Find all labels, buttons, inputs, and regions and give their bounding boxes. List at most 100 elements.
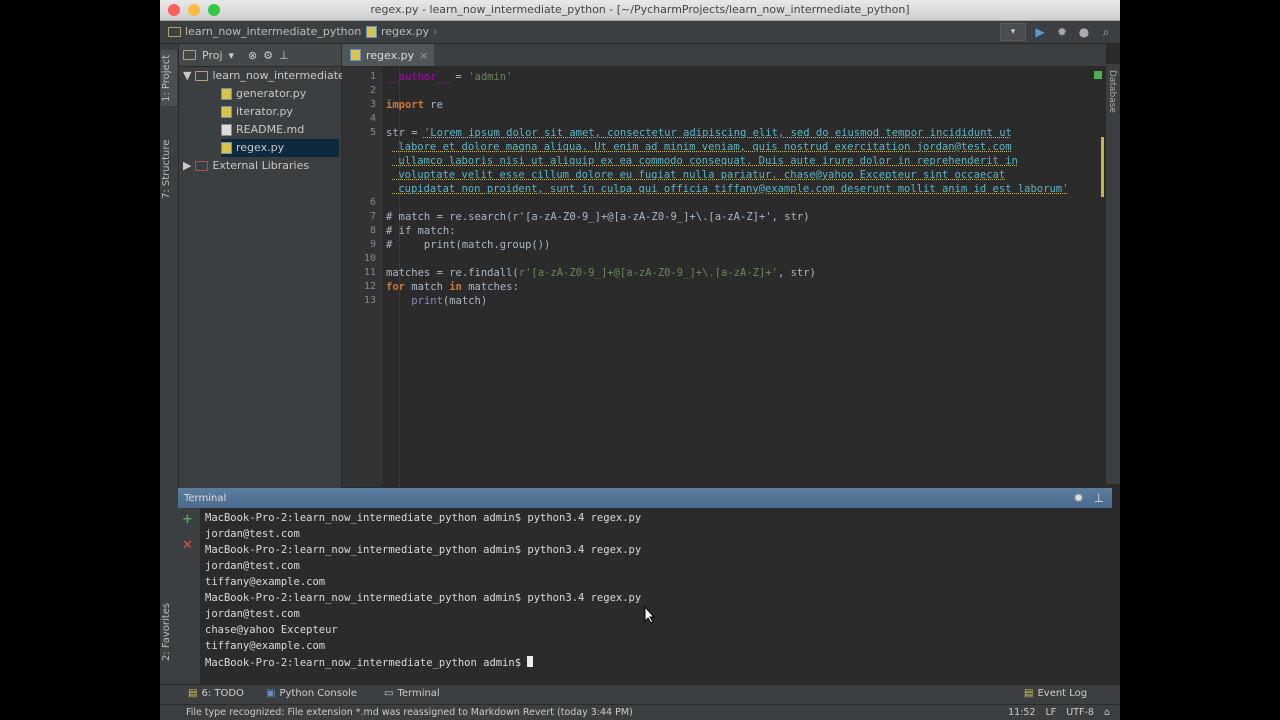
breadcrumb-separator: › xyxy=(433,25,438,38)
search-everywhere-icon[interactable]: ⌕ xyxy=(1098,24,1114,40)
todo-icon: ▤ xyxy=(188,688,198,699)
status-message[interactable]: File type recognized: File extension *.m… xyxy=(186,707,633,718)
code-token: match xyxy=(404,281,450,293)
warning-stripe[interactable] xyxy=(1101,137,1104,197)
tab-event-log-label: Event Log xyxy=(1037,688,1088,699)
text-caret xyxy=(527,656,534,667)
lock-icon[interactable]: ⌂ xyxy=(1104,707,1110,718)
tab-terminal[interactable]: ▭ Terminal xyxy=(384,688,440,699)
left-tool-strip: 1: Project 7: Structure 2: Favorites xyxy=(160,44,179,684)
tab-structure[interactable]: 7: Structure xyxy=(161,134,177,204)
breadcrumb-file-label: regex.py xyxy=(381,25,430,38)
terminal-prompt: MacBook-Pro-2:learn_now_intermediate_pyt… xyxy=(205,657,528,669)
file-encoding[interactable]: UTF-8 xyxy=(1066,707,1094,718)
code-token: re xyxy=(423,99,443,111)
code-token: 'Lorem ipsum dolor sit amet, consectetur… xyxy=(423,127,1012,139)
terminal-line: jordan@test.com xyxy=(205,608,300,620)
folder-icon xyxy=(168,26,181,37)
editor-tab-label: regex.py xyxy=(366,48,415,62)
tool-window-bar: ▤ 6: TODO ▣ Python Console ▭ Terminal ▤ … xyxy=(160,684,1120,705)
terminal-icon: ▭ xyxy=(384,688,394,699)
line-number: 7 xyxy=(369,211,376,222)
new-session-plus-icon[interactable]: + xyxy=(182,512,193,527)
tab-event-log[interactable]: ▤ Event Log xyxy=(1024,688,1087,699)
tab-favorites[interactable]: 2: Favorites xyxy=(161,596,177,668)
tree-file-regex[interactable]: regex.py xyxy=(221,139,339,157)
run-configuration-dropdown[interactable]: ▾ xyxy=(1000,23,1026,41)
code-token: voluptate velit esse cillum dolore eu fu… xyxy=(392,169,1006,181)
line-number: 4 xyxy=(369,113,376,124)
code-token: import xyxy=(386,99,424,111)
tree-file-iterator[interactable]: iterator.py xyxy=(221,103,293,121)
event-log-icon: ▤ xyxy=(1024,688,1034,699)
code-token: # if match: xyxy=(386,225,456,237)
code-line-5: str = 'Lorem ipsum dolor sit amet, conse… xyxy=(386,127,1012,139)
code-editor[interactable]: __author__ = 'admin' import re str = 'Lo… xyxy=(382,67,1106,487)
tab-todo[interactable]: ▤ 6: TODO xyxy=(188,688,244,699)
settings-gear-icon[interactable]: ⚙ xyxy=(263,49,273,62)
collapse-icon[interactable]: ⊗ xyxy=(248,49,257,62)
tab-project[interactable]: 1: Project xyxy=(161,50,177,106)
editor-tab-regex[interactable]: regex.py × xyxy=(342,44,434,66)
breadcrumb-project-label: learn_now_intermediate_python xyxy=(185,25,362,38)
coverage-icon[interactable]: ● xyxy=(1076,24,1092,40)
project-panel-header: Proj ▾ ⊗ ⚙ ⊥ xyxy=(179,44,341,67)
code-line-5-wrap: voluptate velit esse cillum dolore eu fu… xyxy=(392,169,1005,181)
python-file-icon xyxy=(350,49,361,61)
line-number-gutter: 1 2 3 4 5 6 7 8 9 10 11 12 13 xyxy=(342,67,383,487)
line-number: 12 xyxy=(363,281,376,292)
terminal-settings-gear-icon[interactable]: ✹ xyxy=(1073,491,1083,505)
code-line-13: print(match) xyxy=(386,295,487,307)
breadcrumb-project[interactable]: learn_now_intermediate_python › xyxy=(168,25,370,38)
terminal-line: MacBook-Pro-2:learn_now_intermediate_pyt… xyxy=(205,544,642,556)
tree-file-label: README.md xyxy=(236,123,305,136)
view-chevron-down-icon[interactable]: ▾ xyxy=(229,49,235,62)
project-view-icon xyxy=(183,50,196,60)
hide-panel-icon[interactable]: ⊥ xyxy=(279,49,289,62)
status-bar: File type recognized: File extension *.m… xyxy=(160,704,1120,720)
close-session-x-icon[interactable]: ✕ xyxy=(182,538,193,553)
tab-database[interactable]: Database xyxy=(1107,70,1117,113)
tab-terminal-label: Terminal xyxy=(397,688,440,699)
terminal-line: tiffany@example.com xyxy=(205,576,326,588)
markdown-file-icon xyxy=(221,124,232,136)
hide-terminal-icon[interactable]: ⊥ xyxy=(1094,491,1104,505)
close-tab-icon[interactable]: × xyxy=(419,49,428,62)
tree-file-readme[interactable]: README.md xyxy=(221,121,304,139)
title-bar: regex.py - learn_now_intermediate_python… xyxy=(160,0,1120,21)
line-number: 13 xyxy=(363,295,376,306)
caret-position[interactable]: 11:52 xyxy=(1008,707,1035,718)
code-token: print xyxy=(411,295,443,307)
line-number: 3 xyxy=(369,99,376,110)
tree-external-libraries[interactable]: ▶ External Libraries xyxy=(183,157,309,175)
run-icon[interactable]: ▶ xyxy=(1032,24,1048,40)
line-separator[interactable]: LF xyxy=(1046,707,1057,718)
code-line-11: matches = re.findall(r'[a-zA-Z0-9_]+@[a-… xyxy=(386,267,816,279)
breadcrumb-file[interactable]: regex.py › xyxy=(366,25,438,38)
tab-python-console-label: Python Console xyxy=(279,688,357,699)
code-line-5-wrap: cupidatat non proident, sunt in culpa qu… xyxy=(392,183,1068,195)
debug-icon[interactable]: ✹ xyxy=(1054,24,1070,40)
tree-file-label: iterator.py xyxy=(236,105,293,118)
line-number: 6 xyxy=(369,197,376,208)
line-number: 10 xyxy=(363,253,376,264)
line-number: 1 xyxy=(369,71,376,82)
terminal-output[interactable]: MacBook-Pro-2:learn_now_intermediate_pyt… xyxy=(201,508,1106,684)
tab-python-console[interactable]: ▣ Python Console xyxy=(266,688,357,699)
terminal-side-toolbar: + ✕ xyxy=(178,508,201,684)
code-line-5-wrap: labore et dolore magna aliqua. Ut enim a… xyxy=(392,141,1011,153)
expand-arrow-icon[interactable]: ▶ xyxy=(183,157,191,175)
code-line-5-wrap: ullamco laboris nisi ut aliquip ex ea co… xyxy=(392,155,1018,167)
inspection-status-icon[interactable] xyxy=(1094,71,1102,79)
project-view-dropdown[interactable]: Proj xyxy=(202,49,223,62)
code-line-7: # match = re.search(r'[a-zA-Z0-9_]+@[a-z… xyxy=(386,211,810,223)
tree-file-generator[interactable]: generator.py xyxy=(221,85,306,103)
line-number: 8 xyxy=(369,225,376,236)
python-file-icon xyxy=(366,25,377,38)
ide-window: regex.py - learn_now_intermediate_python… xyxy=(160,0,1120,720)
editor-tab-bar: regex.py × xyxy=(342,44,1106,67)
tab-todo-label: 6: TODO xyxy=(201,688,244,699)
expand-arrow-icon[interactable]: ▼ xyxy=(183,67,191,85)
code-token: (match) xyxy=(442,295,488,307)
tree-file-label: generator.py xyxy=(236,87,307,100)
